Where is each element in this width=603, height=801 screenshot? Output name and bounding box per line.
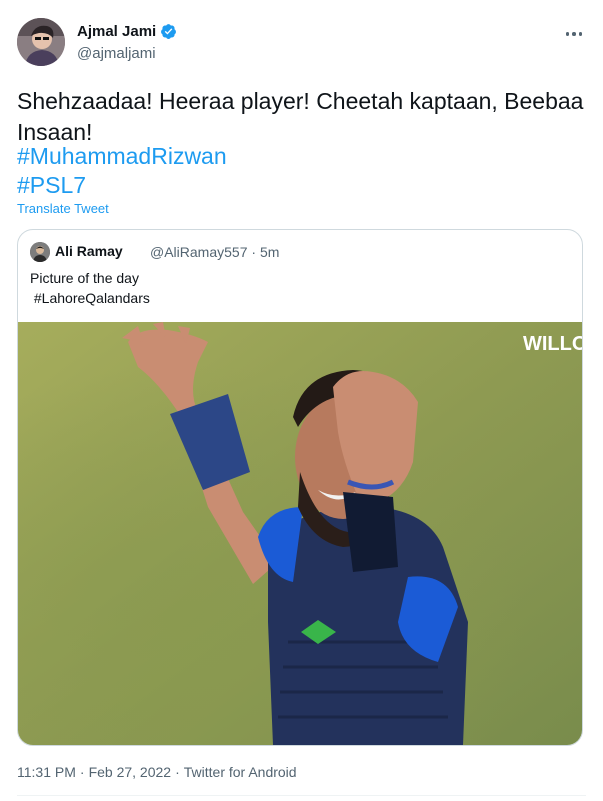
quoted-tweet-photo[interactable]: WILLO — [18, 322, 582, 745]
translate-tweet-link[interactable]: Translate Tweet — [17, 201, 109, 216]
separator-dot: · — [175, 764, 180, 780]
author-avatar[interactable] — [17, 18, 65, 66]
more-options-icon[interactable] — [560, 22, 588, 46]
tweet-source[interactable]: Twitter for Android — [184, 764, 297, 780]
tweet-date[interactable]: Feb 27, 2022 — [89, 764, 172, 780]
separator-dot: · — [251, 244, 257, 260]
more-dot — [565, 32, 570, 36]
divider — [17, 795, 586, 796]
author-name-row[interactable]: Ajmal Jami — [77, 23, 177, 40]
more-dot — [572, 32, 576, 36]
separator-dot: · — [79, 764, 85, 780]
quoted-text-line: Picture of the day — [30, 270, 139, 286]
quoted-avatar-image — [30, 242, 50, 262]
hashtag-link[interactable]: #MuhammadRizwan — [17, 141, 227, 172]
photo-watermark: WILLO — [523, 333, 582, 355]
quoted-author-meta: @AliRamay557 · 5m — [150, 244, 279, 260]
quoted-author-handle: @AliRamay557 — [150, 244, 248, 260]
verified-badge-icon — [161, 24, 177, 39]
quoted-author-avatar — [30, 242, 50, 262]
tweet-text: Shehzaadaa! Heeraa player! Cheetah kapta… — [17, 88, 584, 145]
tweet-card: Ajmal Jami @ajmaljami Shehzaadaa! Heeraa… — [0, 0, 603, 801]
quoted-tweet-age: 5m — [259, 244, 280, 260]
author-display-name[interactable]: Ajmal Jami — [77, 23, 156, 40]
quoted-tweet-text: Picture of the day #LahoreQalandars — [30, 268, 150, 308]
tweet-meta: 11:31 PM · Feb 27, 2022 · Twitter for An… — [17, 764, 297, 780]
author-handle[interactable]: @ajmaljami — [77, 45, 156, 62]
tweet-time[interactable]: 11:31 PM — [17, 764, 76, 780]
quoted-author-name: Ali Ramay — [55, 243, 123, 259]
hashtag-link[interactable]: #PSL7 — [17, 170, 86, 201]
quoted-hashtag: #LahoreQalandars — [30, 290, 150, 306]
quoted-tweet[interactable]: Ali Ramay @AliRamay557 · 5m Picture of t… — [17, 229, 583, 746]
more-dot — [578, 32, 583, 36]
avatar-image — [17, 18, 65, 66]
